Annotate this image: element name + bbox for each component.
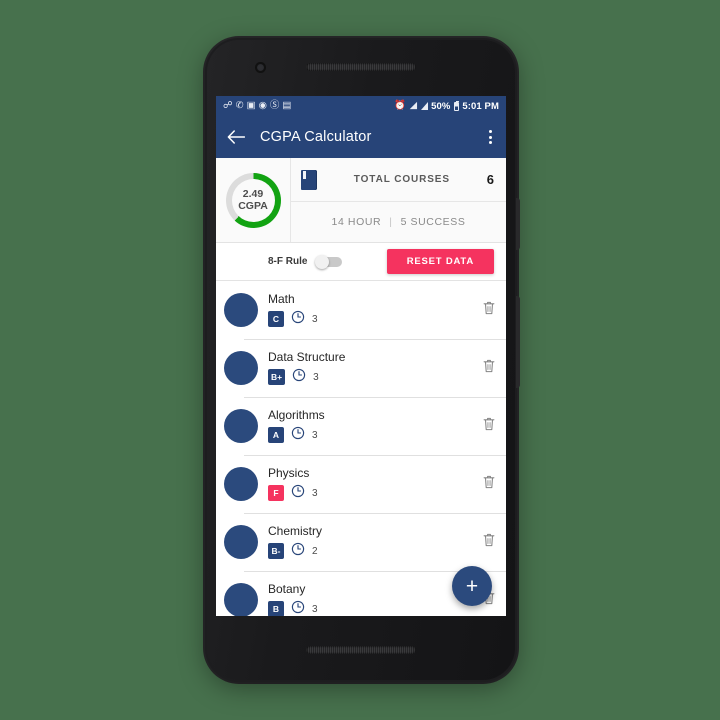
front-camera-icon bbox=[255, 62, 266, 73]
course-name: Algorithms bbox=[268, 407, 325, 422]
total-courses-label: TOTAL COURSES bbox=[353, 174, 450, 185]
clock-icon bbox=[291, 310, 305, 329]
no-sound-icon: Ⓢ bbox=[269, 100, 280, 112]
course-credits: 2 bbox=[312, 545, 318, 557]
whatsapp-icon: ✆ bbox=[235, 100, 244, 112]
app-bar: CGPA Calculator bbox=[216, 116, 506, 158]
cgpa-value: 2.49 bbox=[242, 187, 264, 200]
course-meta: B+ 3 bbox=[268, 368, 472, 387]
delete-course-icon[interactable] bbox=[482, 358, 496, 379]
delete-course-icon[interactable] bbox=[482, 300, 496, 321]
course-details: Algorithms A 3 bbox=[268, 408, 472, 445]
course-name: Chemistry bbox=[268, 523, 323, 538]
stat-separator: | bbox=[389, 216, 393, 228]
earpiece-speaker bbox=[306, 63, 416, 71]
course-details: Chemistry B- 2 bbox=[268, 524, 472, 561]
book-icon bbox=[301, 169, 317, 190]
eight-f-rule-toggle[interactable] bbox=[315, 255, 343, 269]
back-arrow-icon[interactable] bbox=[226, 127, 246, 147]
course-grade-chip: B+ bbox=[268, 369, 286, 385]
course-avatar bbox=[224, 467, 258, 501]
course-grade-chip: F bbox=[268, 485, 284, 501]
signal-icon bbox=[420, 102, 428, 110]
reset-data-button[interactable]: RESET DATA bbox=[386, 249, 494, 274]
clock-icon bbox=[291, 484, 305, 503]
wifi-icon: ◢ bbox=[409, 100, 418, 112]
course-credits: 3 bbox=[312, 487, 318, 499]
video-icon: ▤ bbox=[282, 100, 292, 112]
clock-icon bbox=[292, 368, 306, 387]
alarm-icon: ⏰ bbox=[394, 100, 407, 112]
status-bar: ☍ ✆ ▣ ◉ Ⓢ ▤ ⏰ ◢ 50% 5:01 PM bbox=[216, 96, 506, 116]
course-credits: 3 bbox=[312, 603, 318, 615]
phone-device: ☍ ✆ ▣ ◉ Ⓢ ▤ ⏰ ◢ 50% 5:01 PM CGPA Calcula… bbox=[205, 38, 520, 682]
phone-screen: ☍ ✆ ▣ ◉ Ⓢ ▤ ⏰ ◢ 50% 5:01 PM CGPA Calcula… bbox=[216, 96, 506, 616]
course-grade-chip: C bbox=[268, 311, 284, 327]
apps-icon: ◉ bbox=[258, 100, 267, 112]
course-row[interactable]: Physics F 3 bbox=[216, 455, 506, 513]
course-name: Botany bbox=[268, 581, 306, 596]
delete-course-icon[interactable] bbox=[482, 474, 496, 495]
course-row[interactable]: Math C 3 bbox=[216, 281, 506, 339]
course-details: Data Structure B+ 3 bbox=[268, 350, 472, 387]
status-bar-notification-icons: ☍ ✆ ▣ ◉ Ⓢ ▤ bbox=[223, 101, 291, 111]
bluetooth-icon: ☍ bbox=[223, 100, 233, 112]
course-grade-chip: B- bbox=[268, 543, 284, 559]
course-details: Botany B 3 bbox=[268, 581, 472, 617]
clock-label: 5:01 PM bbox=[462, 100, 499, 112]
delete-course-icon[interactable] bbox=[482, 532, 496, 553]
clock-icon bbox=[291, 426, 305, 445]
controls-row: 8-F Rule RESET DATA bbox=[216, 243, 506, 281]
course-row[interactable]: Chemistry B- 2 bbox=[216, 513, 506, 571]
course-avatar bbox=[224, 525, 258, 559]
course-details: Math C 3 bbox=[268, 292, 472, 329]
course-name: Data Structure bbox=[268, 349, 346, 364]
total-hours-label: 14 HOUR bbox=[331, 216, 382, 228]
summary-card: 2.49 CGPA TOTAL COURSES 6 14 HOUR | 5 SU… bbox=[216, 158, 506, 243]
course-avatar bbox=[224, 351, 258, 385]
course-avatar bbox=[224, 583, 258, 616]
clock-icon bbox=[291, 600, 305, 617]
eight-f-rule-label: 8-F Rule bbox=[268, 256, 308, 267]
course-row[interactable]: Algorithms A 3 bbox=[216, 397, 506, 455]
course-avatar bbox=[224, 409, 258, 443]
course-grade-chip: A bbox=[268, 427, 284, 443]
overflow-menu-icon[interactable] bbox=[485, 126, 496, 148]
course-meta: B3 bbox=[268, 600, 472, 617]
battery-percent-label: 50% bbox=[431, 100, 451, 112]
summary-sub-row: 14 HOUR | 5 SUCCESS bbox=[291, 202, 506, 242]
course-list[interactable]: Math C 3 Data Structure B+ 3 Algorithms A 3 Physi… bbox=[216, 281, 506, 616]
add-course-fab[interactable]: + bbox=[452, 566, 492, 606]
total-courses-row: TOTAL COURSES 6 bbox=[291, 158, 506, 202]
delete-course-icon[interactable] bbox=[482, 416, 496, 437]
bottom-speaker bbox=[306, 646, 416, 654]
page-title: CGPA Calculator bbox=[260, 129, 372, 145]
course-details: Physics F 3 bbox=[268, 466, 472, 503]
total-courses-value: 6 bbox=[486, 172, 494, 187]
course-avatar bbox=[224, 293, 258, 327]
cgpa-label: CGPA bbox=[238, 200, 268, 212]
course-credits: 3 bbox=[313, 371, 319, 383]
course-credits: 3 bbox=[312, 429, 318, 441]
course-credits: 3 bbox=[312, 313, 318, 325]
battery-icon bbox=[453, 100, 459, 111]
course-meta: F3 bbox=[268, 484, 472, 503]
course-row[interactable]: Data Structure B+ 3 bbox=[216, 339, 506, 397]
course-meta: C3 bbox=[268, 310, 472, 329]
volume-button[interactable] bbox=[516, 296, 520, 388]
course-meta: B- 2 bbox=[268, 542, 472, 561]
clock-icon bbox=[291, 542, 305, 561]
power-button[interactable] bbox=[516, 198, 520, 250]
success-count-label: 5 SUCCESS bbox=[400, 216, 466, 228]
course-name: Math bbox=[268, 291, 295, 306]
summary-stats: TOTAL COURSES 6 14 HOUR | 5 SUCCESS bbox=[291, 158, 506, 242]
photos-icon: ▣ bbox=[246, 100, 256, 112]
status-bar-system-icons: ⏰ ◢ 50% 5:01 PM bbox=[394, 100, 499, 112]
cgpa-gauge-cell: 2.49 CGPA bbox=[216, 158, 291, 242]
course-name: Physics bbox=[268, 465, 310, 480]
course-grade-chip: B bbox=[268, 601, 284, 616]
course-meta: A3 bbox=[268, 426, 472, 445]
cgpa-donut-chart: 2.49 CGPA bbox=[225, 172, 281, 228]
